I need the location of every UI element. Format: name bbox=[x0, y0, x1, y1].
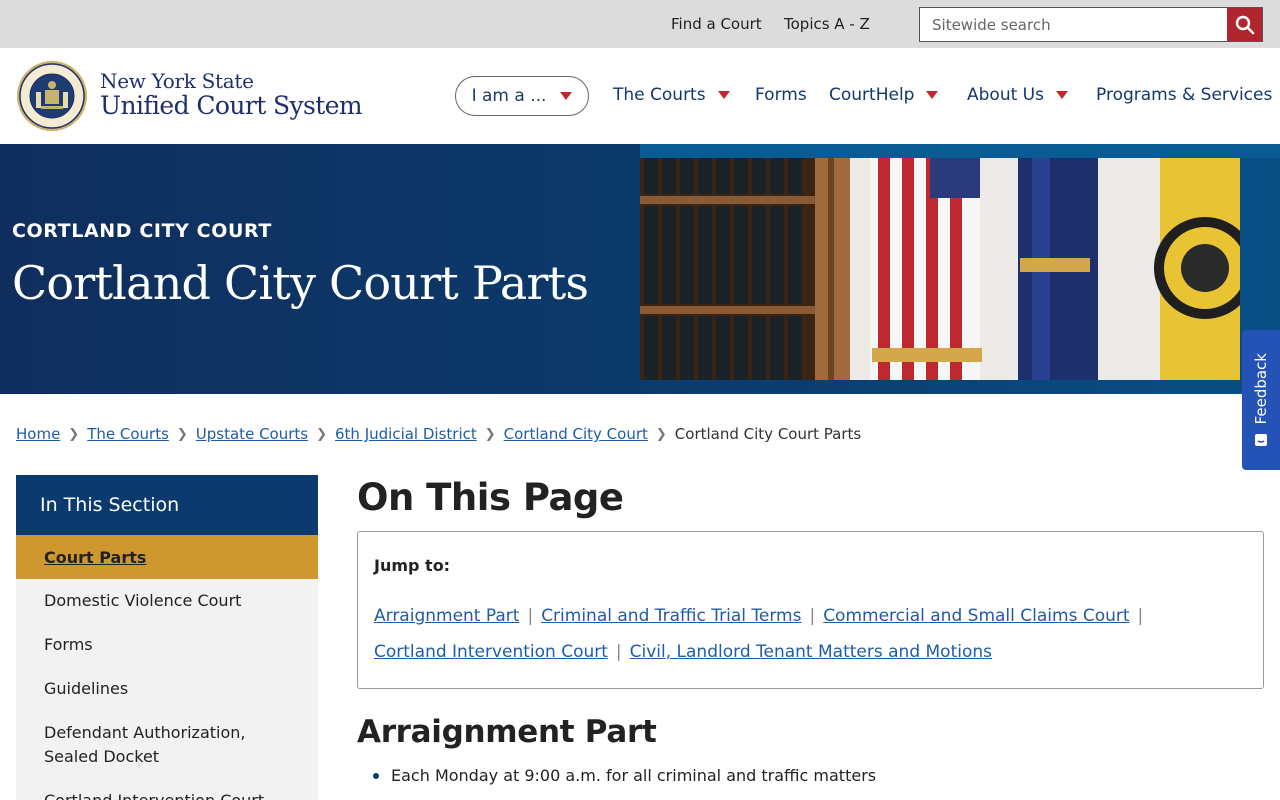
hero-kicker: CORTLAND CITY COURT bbox=[12, 220, 272, 242]
list-item: Each Monday at 9:00 a.m. for all crimina… bbox=[373, 766, 876, 785]
search-icon bbox=[1235, 15, 1254, 34]
chevron-down-icon bbox=[717, 91, 730, 99]
jump-to-box: Jump to: Arraignment Part | Criminal and… bbox=[357, 531, 1264, 689]
hero-title: Cortland City Court Parts bbox=[12, 256, 589, 310]
sidebar-item-court-parts[interactable]: Court Parts bbox=[16, 535, 318, 579]
utility-bar: Find a Court Topics A - Z bbox=[0, 0, 1280, 48]
chevron-right-icon: ❯ bbox=[176, 426, 188, 442]
hero-accent-strip bbox=[640, 144, 1280, 158]
breadcrumb-current: Cortland City Court Parts bbox=[674, 425, 862, 443]
jump-link-cortland-intervention-court[interactable]: Cortland Intervention Court bbox=[374, 642, 608, 662]
nav-label: About Us bbox=[967, 85, 1044, 105]
feedback-tab[interactable]: Feedback bbox=[1242, 330, 1280, 470]
jump-link-criminal-traffic-trial-terms[interactable]: Criminal and Traffic Trial Terms bbox=[541, 606, 801, 626]
court-seal-logo[interactable] bbox=[16, 60, 88, 132]
page-title: On This Page bbox=[357, 476, 624, 519]
link-separator: | bbox=[1137, 606, 1144, 626]
jump-link-civil-landlord-tenant[interactable]: Civil, Landlord Tenant Matters and Motio… bbox=[630, 642, 992, 662]
jump-link-arraignment-part[interactable]: Arraignment Part bbox=[374, 606, 519, 626]
chevron-right-icon: ❯ bbox=[655, 426, 667, 442]
sidebar-item-forms[interactable]: Forms bbox=[16, 623, 318, 667]
section-heading-arraignment-part: Arraignment Part bbox=[357, 714, 657, 750]
search-input[interactable] bbox=[920, 8, 1228, 41]
nav-courthelp[interactable]: CourtHelp bbox=[829, 85, 939, 105]
i-am-a-label: I am a ... bbox=[471, 86, 547, 106]
hero-banner: CORTLAND CITY COURT Cortland City Court … bbox=[0, 144, 1280, 394]
sidebar-heading: In This Section bbox=[16, 475, 318, 535]
chevron-right-icon: ❯ bbox=[68, 426, 80, 442]
jump-to-label: Jump to: bbox=[374, 556, 451, 575]
nav-label: Forms bbox=[755, 85, 807, 105]
i-am-a-dropdown[interactable]: I am a ... bbox=[455, 76, 589, 116]
nav-programs-services[interactable]: Programs & Services bbox=[1096, 85, 1272, 105]
search-button[interactable] bbox=[1227, 8, 1262, 41]
bullet-icon bbox=[373, 772, 379, 779]
jump-links-row-2: Cortland Intervention Court | Civil, Lan… bbox=[374, 642, 992, 662]
jump-links-row-1: Arraignment Part | Criminal and Traffic … bbox=[374, 606, 1151, 626]
breadcrumb-6th-judicial-district[interactable]: 6th Judicial District bbox=[335, 425, 477, 443]
nav-label: Programs & Services bbox=[1096, 85, 1273, 105]
link-separator: | bbox=[809, 606, 816, 626]
courtroom-flags-photo bbox=[640, 158, 1240, 380]
logo-text-state[interactable]: New York State bbox=[100, 69, 254, 93]
jump-link-commercial-small-claims[interactable]: Commercial and Small Claims Court bbox=[823, 606, 1129, 626]
arraignment-details-list: Each Monday at 9:00 a.m. for all crimina… bbox=[373, 766, 876, 785]
nav-the-courts[interactable]: The Courts bbox=[613, 85, 730, 105]
section-sidebar: In This Section Court Parts Domestic Vio… bbox=[16, 475, 318, 800]
sidebar-item-guidelines[interactable]: Guidelines bbox=[16, 667, 318, 711]
sitewide-search bbox=[919, 7, 1263, 42]
breadcrumb: Home ❯ The Courts ❯ Upstate Courts ❯ 6th… bbox=[16, 425, 861, 443]
link-separator: | bbox=[527, 606, 534, 626]
breadcrumb-upstate-courts[interactable]: Upstate Courts bbox=[196, 425, 308, 443]
breadcrumb-home[interactable]: Home bbox=[16, 425, 60, 443]
feedback-icon bbox=[1255, 433, 1267, 446]
chevron-down-icon bbox=[926, 91, 939, 99]
nav-label: CourtHelp bbox=[829, 85, 915, 105]
feedback-label: Feedback bbox=[1252, 353, 1270, 425]
site-header: New York State Unified Court System I am… bbox=[0, 48, 1280, 144]
find-a-court-link[interactable]: Find a Court bbox=[671, 15, 762, 33]
breadcrumb-cortland-city-court[interactable]: Cortland City Court bbox=[504, 425, 648, 443]
topics-a-z-link[interactable]: Topics A - Z bbox=[784, 15, 870, 33]
sidebar-item-cortland-intervention-court[interactable]: Cortland Intervention Court bbox=[16, 779, 318, 800]
chevron-right-icon: ❯ bbox=[484, 426, 496, 442]
breadcrumb-the-courts[interactable]: The Courts bbox=[87, 425, 169, 443]
list-item-text: Each Monday at 9:00 a.m. for all crimina… bbox=[391, 766, 877, 785]
chevron-down-icon bbox=[560, 92, 573, 100]
sidebar-item-domestic-violence-court[interactable]: Domestic Violence Court bbox=[16, 579, 318, 623]
chevron-down-icon bbox=[1055, 91, 1068, 99]
chevron-right-icon: ❯ bbox=[316, 426, 327, 442]
nav-forms[interactable]: Forms bbox=[755, 85, 807, 105]
nav-about-us[interactable]: About Us bbox=[967, 85, 1068, 105]
sidebar-item-defendant-authorization[interactable]: Defendant Authorization, Sealed Docket bbox=[16, 711, 318, 779]
nav-label: The Courts bbox=[613, 85, 706, 105]
logo-text-system[interactable]: Unified Court System bbox=[100, 91, 363, 120]
link-separator: | bbox=[615, 642, 622, 662]
